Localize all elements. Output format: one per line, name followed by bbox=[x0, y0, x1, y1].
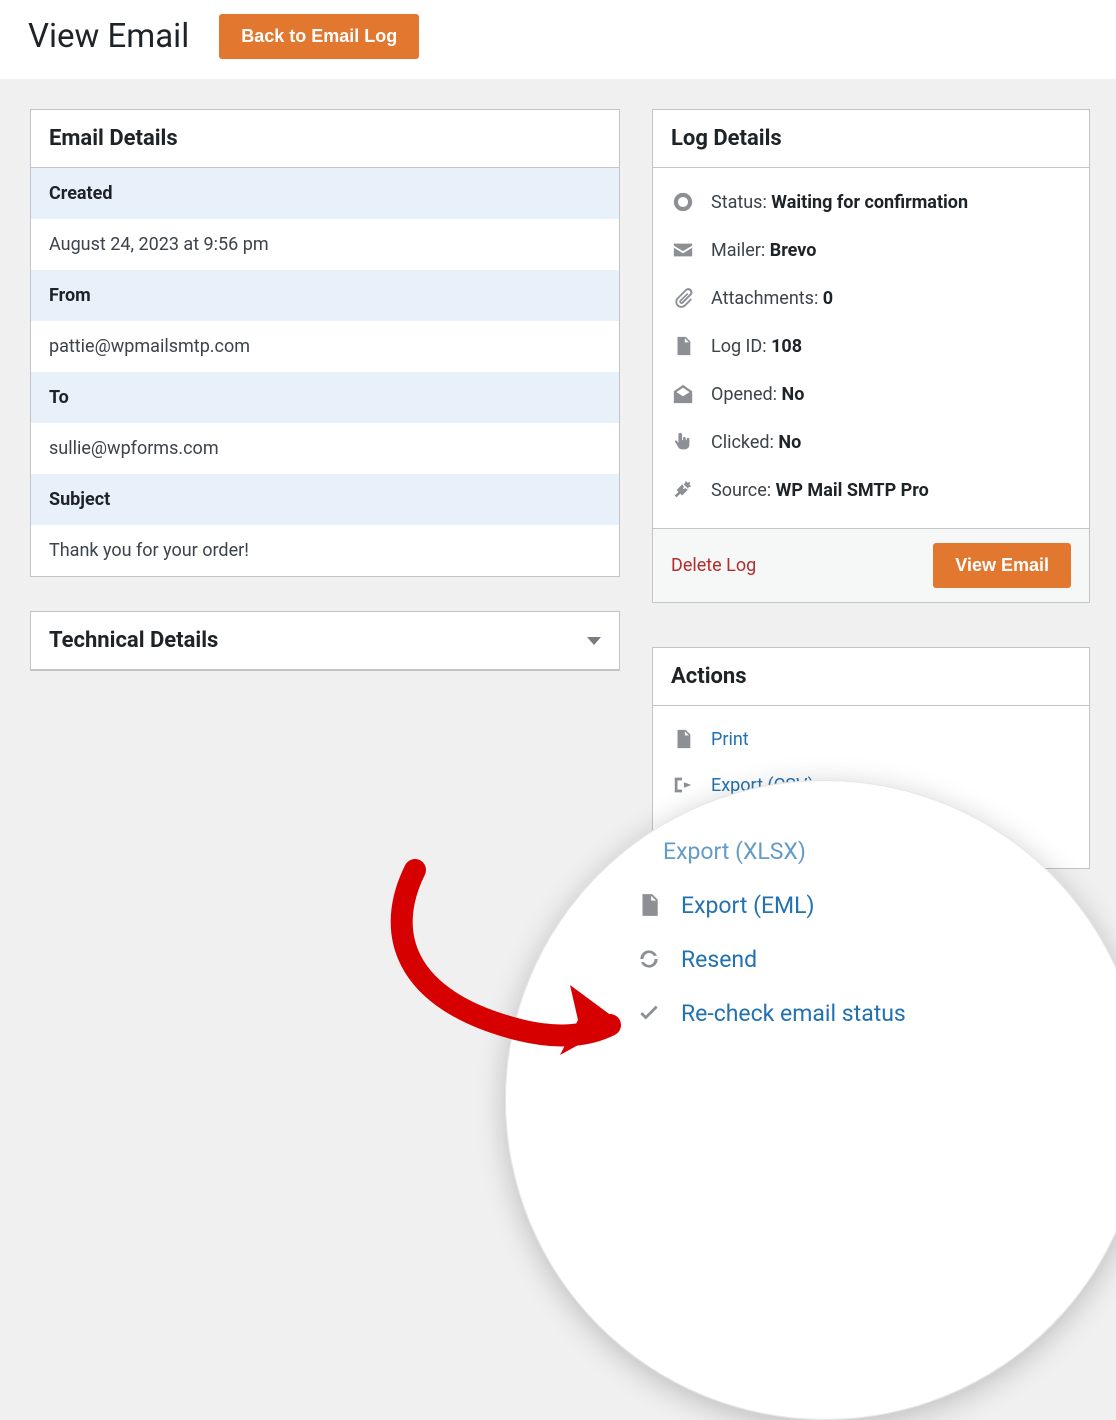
technical-details-panel[interactable]: Technical Details bbox=[30, 611, 620, 671]
subject-value: Thank you for your order! bbox=[31, 525, 619, 576]
back-to-log-button[interactable]: Back to Email Log bbox=[219, 14, 419, 59]
log-source: Source: WP Mail SMTP Pro bbox=[671, 466, 1071, 514]
created-label: Created bbox=[31, 168, 619, 219]
file-icon bbox=[635, 891, 663, 919]
paperclip-icon bbox=[671, 286, 695, 310]
from-label: From bbox=[31, 270, 619, 321]
technical-details-title: Technical Details bbox=[49, 628, 218, 653]
log-opened: Opened: No bbox=[671, 370, 1071, 418]
check-icon bbox=[635, 999, 663, 1027]
action-recheck-status[interactable]: Re-check email status bbox=[635, 986, 1055, 1040]
actions-title: Actions bbox=[671, 664, 747, 689]
action-print[interactable]: Print bbox=[671, 716, 1071, 762]
log-clicked: Clicked: No bbox=[671, 418, 1071, 466]
refresh-icon bbox=[635, 945, 663, 973]
log-attachments: Attachments: 0 bbox=[671, 274, 1071, 322]
from-value: pattie@wpmailsmtp.com bbox=[31, 321, 619, 372]
chevron-down-icon bbox=[587, 637, 601, 645]
subject-label: Subject bbox=[31, 474, 619, 525]
action-resend[interactable]: Resend bbox=[635, 932, 1055, 986]
created-value: August 24, 2023 at 9:56 pm bbox=[31, 219, 619, 270]
envelope-icon bbox=[671, 238, 695, 262]
magnifier-lens: Export (XLSX) Export (EML) Resend Re-che… bbox=[505, 780, 1116, 1420]
to-value: sullie@wpforms.com bbox=[31, 423, 619, 474]
log-mailer: Mailer: Brevo bbox=[671, 226, 1071, 274]
email-details-panel: Email Details Created August 24, 2023 at… bbox=[30, 109, 620, 577]
delete-log-link[interactable]: Delete Log bbox=[671, 555, 756, 576]
to-label: To bbox=[31, 372, 619, 423]
log-details-title: Log Details bbox=[671, 126, 782, 151]
open-envelope-icon bbox=[671, 382, 695, 406]
action-export-xlsx-magnified: Export (XLSX) bbox=[635, 824, 1055, 878]
page-title: View Email bbox=[28, 17, 189, 56]
log-details-panel: Log Details Status: Waiting for confirma… bbox=[652, 109, 1090, 603]
plug-icon bbox=[671, 478, 695, 502]
export-icon bbox=[671, 773, 695, 797]
file-icon bbox=[671, 334, 695, 358]
email-details-title: Email Details bbox=[49, 126, 178, 151]
page-header: View Email Back to Email Log bbox=[0, 0, 1116, 79]
view-email-button[interactable]: View Email bbox=[933, 543, 1071, 588]
pointer-icon bbox=[671, 430, 695, 454]
log-id: Log ID: 108 bbox=[671, 322, 1071, 370]
action-export-eml[interactable]: Export (EML) bbox=[635, 878, 1055, 932]
status-circle-icon bbox=[671, 190, 695, 214]
print-icon bbox=[671, 727, 695, 751]
log-status: Status: Waiting for confirmation bbox=[671, 178, 1071, 226]
